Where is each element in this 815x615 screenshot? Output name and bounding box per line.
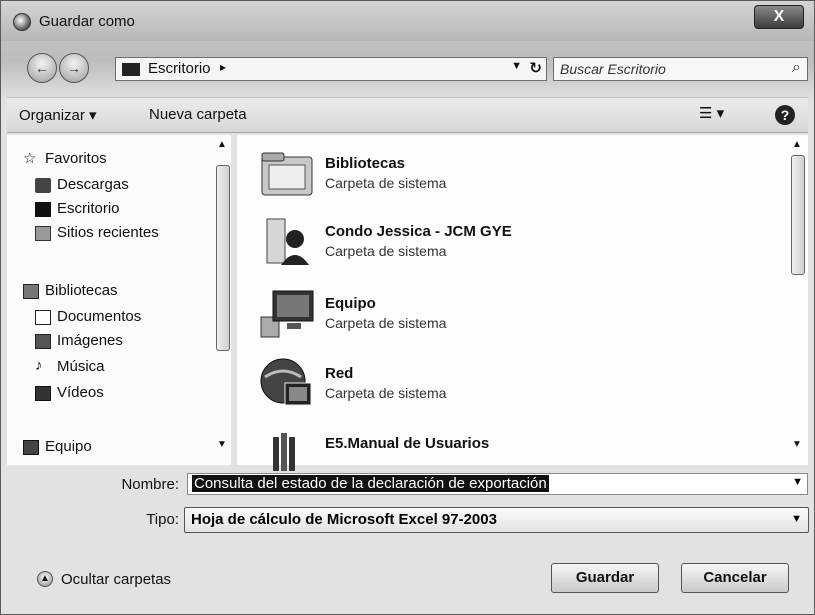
libraries-icon <box>23 284 39 299</box>
navigation-pane: ☆ Favoritos Descargas Escritorio Sitios … <box>7 135 231 465</box>
view-options-button[interactable]: ☰ ▾ <box>699 104 724 122</box>
scroll-down-icon[interactable]: ▼ <box>792 439 802 450</box>
chevron-down-icon[interactable]: ▼ <box>792 476 803 488</box>
documents-icon <box>35 310 51 325</box>
window-title: Guardar como <box>39 13 135 30</box>
search-icon[interactable]: ⌕ <box>792 59 801 77</box>
scroll-down-icon[interactable]: ▼ <box>217 439 227 450</box>
scrollbar-thumb[interactable] <box>791 155 805 275</box>
search-input[interactable]: Buscar Escritorio ⌕ <box>553 57 808 81</box>
new-folder-button[interactable]: Nueva carpeta <box>149 106 247 123</box>
save-as-dialog: Guardar como X ← → Escritorio ▸ ▼ ↻ Busc… <box>0 0 815 615</box>
list-item[interactable]: Red Carpeta de sistema <box>259 351 779 417</box>
libraries-folder-icon <box>261 152 313 196</box>
cancel-button[interactable]: Cancelar <box>681 563 789 593</box>
scrollbar-thumb[interactable] <box>216 165 230 351</box>
search-placeholder: Buscar Escritorio <box>560 61 666 77</box>
app-icon <box>13 13 31 31</box>
desktop-icon <box>35 202 51 217</box>
list-item[interactable]: Condo Jessica - JCM GYE Carpeta de siste… <box>259 209 779 275</box>
history-dropdown-icon[interactable]: ▼ <box>511 60 522 72</box>
title-bar: Guardar como X <box>1 1 814 41</box>
file-name-input[interactable]: Consulta del estado de la declaración de… <box>187 473 808 495</box>
file-list-pane: Bibliotecas Carpeta de sistema Condo Jes… <box>237 135 808 471</box>
file-name-value[interactable]: Consulta del estado de la declaración de… <box>192 475 549 492</box>
save-button[interactable]: Guardar <box>551 563 659 593</box>
help-icon[interactable]: ? <box>775 105 795 125</box>
folder-icon <box>122 63 140 76</box>
computer-icon <box>260 290 314 338</box>
close-button[interactable]: X <box>754 5 804 29</box>
pictures-icon <box>35 334 51 349</box>
videos-icon <box>35 386 51 401</box>
star-icon: ☆ <box>23 150 37 167</box>
back-button[interactable]: ← <box>27 53 57 83</box>
organize-menu-button[interactable]: Organizar ▾ <box>19 106 97 124</box>
network-icon <box>260 358 312 406</box>
chevron-down-icon[interactable]: ▼ <box>791 513 802 525</box>
music-icon: ♪ <box>35 357 43 374</box>
scroll-up-icon[interactable]: ▲ <box>792 139 802 150</box>
breadcrumb-escritorio[interactable]: Escritorio <box>148 60 211 77</box>
list-item[interactable]: Equipo Carpeta de sistema <box>259 281 779 347</box>
downloads-icon <box>35 178 51 193</box>
forward-button[interactable]: → <box>59 53 89 83</box>
recent-places-icon <box>35 226 51 241</box>
chevron-up-icon: ▲ <box>37 571 53 587</box>
file-type-label: Tipo: <box>146 511 179 528</box>
address-bar[interactable]: Escritorio ▸ ▼ ↻ <box>115 57 547 81</box>
command-toolbar: Organizar ▾ Nueva carpeta ☰ ▾ ? <box>7 97 808 133</box>
file-type-value: Hoja de cálculo de Microsoft Excel 97-20… <box>191 511 497 528</box>
user-folder-icon <box>266 218 309 265</box>
computer-icon <box>23 440 39 455</box>
library-folder-icon <box>273 433 295 471</box>
refresh-icon[interactable]: ↻ <box>529 59 542 77</box>
list-item[interactable]: Bibliotecas Carpeta de sistema <box>259 141 779 207</box>
file-name-label: Nombre: <box>121 476 179 493</box>
file-type-select[interactable]: Hoja de cálculo de Microsoft Excel 97-20… <box>184 507 809 533</box>
navigation-scrollbar[interactable]: ▲ ▼ <box>215 139 231 461</box>
scroll-up-icon[interactable]: ▲ <box>217 139 227 150</box>
file-list-scrollbar[interactable]: ▲ ▼ <box>790 139 806 461</box>
chevron-right-icon[interactable]: ▸ <box>220 60 226 74</box>
